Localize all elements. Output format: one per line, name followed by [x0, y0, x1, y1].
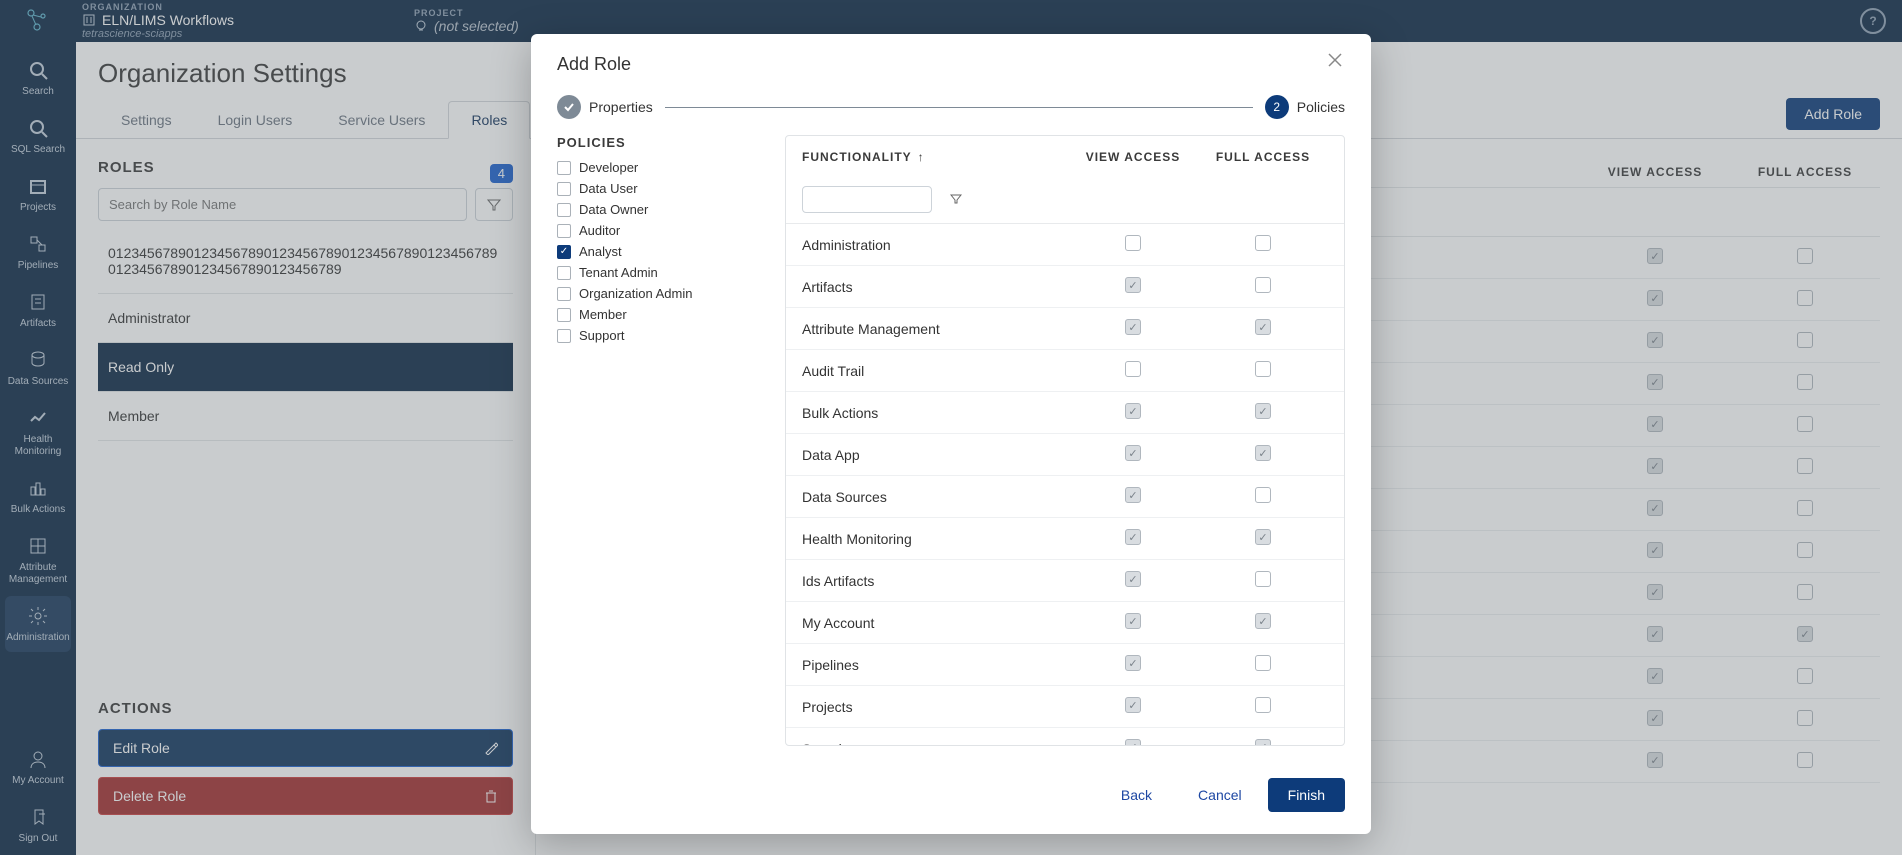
full-access-checkbox[interactable]: [1255, 235, 1271, 251]
modal-functionality-table: FUNCTIONALITY VIEW ACCESS FULL ACCESS Ad…: [785, 135, 1345, 746]
close-icon: [1327, 52, 1343, 68]
view-access-checkbox[interactable]: [1125, 361, 1141, 377]
view-access-checkbox[interactable]: [1125, 445, 1141, 461]
modal-functionality-filter-button[interactable]: [942, 186, 970, 212]
view-access-checkbox[interactable]: [1125, 277, 1141, 293]
full-access-checkbox[interactable]: [1255, 319, 1271, 335]
back-button[interactable]: Back: [1101, 778, 1172, 812]
view-access-checkbox[interactable]: [1125, 235, 1141, 251]
policy-checkbox-developer[interactable]: Developer: [557, 160, 767, 175]
check-icon: [563, 101, 575, 113]
policy-checkbox-analyst[interactable]: Analyst: [557, 244, 767, 259]
modal-functionality-search-input[interactable]: [802, 186, 932, 213]
full-access-checkbox[interactable]: [1255, 361, 1271, 377]
policy-checkbox-support[interactable]: Support: [557, 328, 767, 343]
full-access-checkbox[interactable]: [1255, 529, 1271, 545]
view-access-checkbox[interactable]: [1125, 697, 1141, 713]
full-access-checkbox[interactable]: [1255, 571, 1271, 587]
view-access-checkbox[interactable]: [1125, 403, 1141, 419]
sort-asc-icon[interactable]: [918, 150, 925, 164]
policy-checkbox-auditor[interactable]: Auditor: [557, 223, 767, 238]
view-access-checkbox[interactable]: [1125, 739, 1141, 745]
modal-functionality-row: Audit Trail: [786, 350, 1344, 392]
checkbox-icon: [557, 224, 571, 238]
full-access-checkbox[interactable]: [1255, 487, 1271, 503]
policies-list: POLICIES DeveloperData UserData OwnerAud…: [557, 135, 767, 746]
checkbox-icon: [557, 308, 571, 322]
modal-functionality-row: Bulk Actions: [786, 392, 1344, 434]
full-access-checkbox[interactable]: [1255, 445, 1271, 461]
finish-button[interactable]: Finish: [1268, 778, 1345, 812]
view-access-checkbox[interactable]: [1125, 529, 1141, 545]
view-access-checkbox[interactable]: [1125, 319, 1141, 335]
policy-checkbox-organization-admin[interactable]: Organization Admin: [557, 286, 767, 301]
modal-functionality-row: My Account: [786, 602, 1344, 644]
full-access-checkbox[interactable]: [1255, 277, 1271, 293]
checkbox-icon: [557, 245, 571, 259]
checkbox-icon: [557, 161, 571, 175]
modal-functionality-row: Administration: [786, 224, 1344, 266]
checkbox-icon: [557, 203, 571, 217]
checkbox-icon: [557, 266, 571, 280]
modal-functionality-row: Pipelines: [786, 644, 1344, 686]
checkbox-icon: [557, 329, 571, 343]
modal-functionality-row: Data App: [786, 434, 1344, 476]
full-access-checkbox[interactable]: [1255, 739, 1271, 745]
full-access-checkbox[interactable]: [1255, 697, 1271, 713]
modal-functionality-row: Attribute Management: [786, 308, 1344, 350]
full-access-checkbox[interactable]: [1255, 655, 1271, 671]
policy-checkbox-data-owner[interactable]: Data Owner: [557, 202, 767, 217]
modal-functionality-row: Health Monitoring: [786, 518, 1344, 560]
modal-functionality-row: Search: [786, 728, 1344, 745]
policy-checkbox-tenant-admin[interactable]: Tenant Admin: [557, 265, 767, 280]
policy-checkbox-member[interactable]: Member: [557, 307, 767, 322]
filter-icon: [950, 193, 962, 205]
modal-title: Add Role: [557, 54, 1345, 75]
full-access-checkbox[interactable]: [1255, 403, 1271, 419]
modal-functionality-row: Data Sources: [786, 476, 1344, 518]
view-access-checkbox[interactable]: [1125, 487, 1141, 503]
stepper: Properties 2 Policies: [531, 85, 1371, 135]
checkbox-icon: [557, 182, 571, 196]
step-properties[interactable]: Properties: [557, 95, 653, 119]
modal-functionality-row: Projects: [786, 686, 1344, 728]
step-policies[interactable]: 2 Policies: [1265, 95, 1345, 119]
view-access-checkbox[interactable]: [1125, 571, 1141, 587]
view-access-checkbox[interactable]: [1125, 655, 1141, 671]
modal-close-button[interactable]: [1327, 52, 1351, 76]
add-role-modal: Add Role Properties 2 Policies POLICIES …: [531, 34, 1371, 834]
checkbox-icon: [557, 287, 571, 301]
modal-functionality-row: Ids Artifacts: [786, 560, 1344, 602]
modal-functionality-row: Artifacts: [786, 266, 1344, 308]
full-access-checkbox[interactable]: [1255, 613, 1271, 629]
policy-checkbox-data-user[interactable]: Data User: [557, 181, 767, 196]
cancel-button[interactable]: Cancel: [1178, 778, 1262, 812]
view-access-checkbox[interactable]: [1125, 613, 1141, 629]
modal-scrim: Add Role Properties 2 Policies POLICIES …: [0, 0, 1902, 855]
